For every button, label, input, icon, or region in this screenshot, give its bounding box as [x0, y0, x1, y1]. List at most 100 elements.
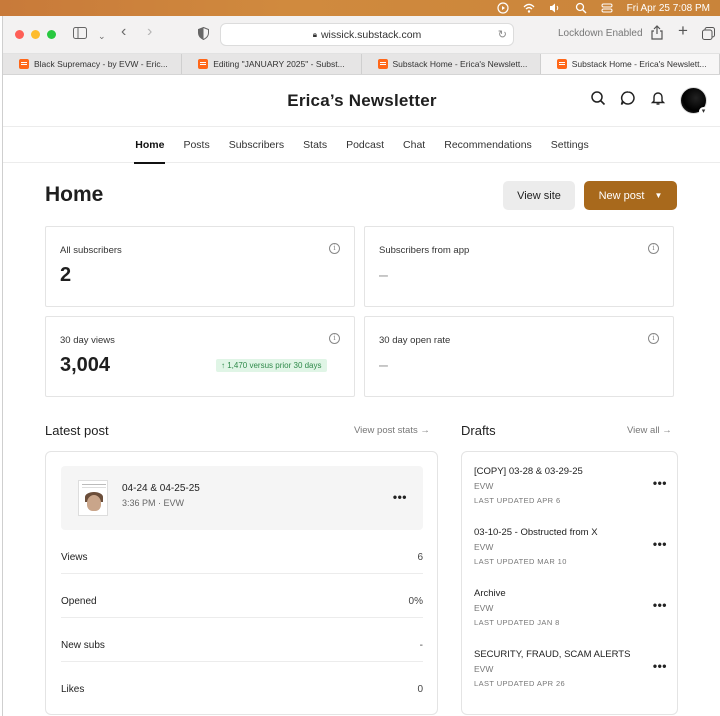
post-stat-value: 6 — [417, 552, 423, 563]
volume-icon[interactable] — [549, 2, 561, 14]
close-window-button[interactable] — [15, 30, 24, 39]
browser-toolbar: ⌄ ‹ › 🔒︎ wissick.substack.com ↻ Lockdown… — [3, 16, 720, 54]
view-site-button[interactable]: View site — [503, 181, 575, 210]
post-stat-value: 0% — [408, 596, 423, 607]
macos-menu-bar: Fri Apr 25 7:08 PM — [0, 0, 720, 16]
nav-settings[interactable]: Settings — [550, 127, 590, 163]
tab-label: Substack Home - Erica's Newslett... — [392, 59, 528, 69]
chevron-down-icon[interactable]: ⌄ — [98, 28, 106, 44]
latest-post-item[interactable]: 04-24 & 04-25-25 3:36 PM · EVW ••• — [61, 466, 423, 530]
post-stat-row: Opened 0% — [61, 574, 423, 618]
search-icon[interactable] — [590, 90, 606, 111]
reload-icon[interactable]: ↻ — [498, 28, 507, 41]
post-title[interactable]: 04-24 & 04-25-25 — [122, 483, 200, 494]
nav-stats[interactable]: Stats — [302, 127, 328, 163]
minimize-window-button[interactable] — [31, 30, 40, 39]
view-all-drafts-link[interactable]: View all → — [627, 425, 672, 436]
nav-podcast[interactable]: Podcast — [345, 127, 385, 163]
info-icon[interactable]: i — [648, 333, 659, 344]
more-options-icon[interactable]: ••• — [653, 537, 667, 551]
stat-card-subscribers-from-app[interactable]: Subscribers from app i – — [364, 226, 674, 307]
draft-updated: LAST UPDATED MAR 10 — [474, 557, 567, 566]
sidebar-toggle-icon[interactable] — [73, 27, 87, 43]
drafts-heading: Drafts — [461, 423, 496, 438]
more-options-icon[interactable]: ••• — [393, 490, 407, 504]
latest-post-card: 04-24 & 04-25-25 3:36 PM · EVW ••• Views… — [45, 451, 438, 715]
page-content: Erica’s Newsletter Home Posts Subscriber… — [3, 75, 720, 716]
post-stat-row: Views 6 — [61, 530, 423, 574]
menubar-datetime[interactable]: Fri Apr 25 7:08 PM — [627, 3, 710, 14]
draft-item[interactable]: [COPY] 03-28 & 03-29-25 EVW LAST UPDATED… — [474, 466, 669, 526]
stat-card-all-subscribers[interactable]: All subscribers i 2 — [45, 226, 355, 307]
draft-title[interactable]: [COPY] 03-28 & 03-29-25 — [474, 466, 583, 477]
browser-tab[interactable]: Editing "JANUARY 2025" - Subst... — [182, 54, 362, 74]
trend-badge-text: 1,470 versus prior 30 days — [227, 361, 322, 370]
wifi-icon[interactable] — [523, 2, 535, 14]
nav-posts[interactable]: Posts — [182, 127, 210, 163]
more-options-icon[interactable]: ••• — [653, 476, 667, 490]
info-icon[interactable]: i — [329, 333, 340, 344]
draft-item[interactable]: 03-10-25 - Obstructed from X EVW LAST UP… — [474, 527, 669, 587]
browser-tab-active[interactable]: Substack Home - Erica's Newslett... — [540, 54, 720, 74]
back-arrow-icon[interactable]: ‹ — [121, 24, 126, 40]
address-url: wissick.substack.com — [320, 28, 422, 41]
substack-favicon-icon — [556, 59, 567, 69]
site-header: Erica’s Newsletter — [3, 75, 720, 127]
home-header: Home View site New post ▼ — [45, 163, 677, 223]
arrow-right-icon: → — [662, 425, 672, 436]
nav-subscribers[interactable]: Subscribers — [228, 127, 285, 163]
post-meta: 3:36 PM · EVW — [122, 498, 185, 508]
view-post-stats-link[interactable]: View post stats → — [354, 425, 430, 436]
shield-icon[interactable] — [198, 26, 209, 44]
more-options-icon[interactable]: ••• — [653, 598, 667, 612]
zoom-window-button[interactable] — [47, 30, 56, 39]
tab-bar: Black Supremacy - by EVW - Eric... Editi… — [3, 54, 720, 75]
nav-recommendations[interactable]: Recommendations — [443, 127, 533, 163]
header-actions — [590, 87, 708, 116]
substack-favicon-icon — [377, 59, 388, 69]
nav-chat[interactable]: Chat — [402, 127, 426, 163]
address-bar[interactable]: 🔒︎ wissick.substack.com ↻ — [220, 23, 514, 46]
control-center-icon[interactable] — [601, 2, 613, 14]
forward-arrow-icon[interactable]: › — [147, 24, 152, 40]
stat-value: 2 — [60, 264, 72, 286]
post-stat-label: New subs — [61, 640, 105, 651]
trend-badge: ↑ 1,470 versus prior 30 days — [216, 359, 327, 372]
tab-label: Editing "JANUARY 2025" - Subst... — [213, 59, 345, 69]
play-icon[interactable] — [497, 2, 509, 14]
draft-title[interactable]: Archive — [474, 588, 506, 599]
share-icon[interactable] — [651, 25, 663, 44]
more-options-icon[interactable]: ••• — [653, 659, 667, 673]
page-title: Home — [45, 183, 104, 206]
avatar[interactable] — [680, 87, 708, 116]
browser-tab[interactable]: Substack Home - Erica's Newslett... — [362, 54, 541, 74]
browser-tab[interactable]: Black Supremacy - by EVW - Eric... — [3, 54, 183, 74]
post-thumbnail — [78, 480, 108, 516]
stat-card-30-day-views[interactable]: 30 day views i 3,004 ↑ 1,470 versus prio… — [45, 316, 355, 397]
tab-overview-icon[interactable] — [702, 27, 715, 44]
caret-down-icon: ▼ — [654, 191, 663, 200]
lockdown-status[interactable]: Lockdown Enabled — [558, 28, 643, 39]
info-icon[interactable]: i — [648, 243, 659, 254]
post-stat-label: Likes — [61, 684, 85, 695]
new-post-button[interactable]: New post ▼ — [584, 181, 677, 210]
drafts-card: [COPY] 03-28 & 03-29-25 EVW LAST UPDATED… — [461, 451, 678, 715]
draft-title[interactable]: SECURITY, FRAUD, SCAM ALERTS — [474, 649, 630, 660]
view-all-label: View all — [627, 425, 660, 436]
new-tab-icon[interactable]: + — [678, 22, 688, 39]
dashboard-nav: Home Posts Subscribers Stats Podcast Cha… — [3, 127, 720, 164]
draft-item[interactable]: SECURITY, FRAUD, SCAM ALERTS EVW LAST UP… — [474, 649, 669, 709]
draft-title[interactable]: 03-10-25 - Obstructed from X — [474, 527, 598, 538]
draft-author: EVW — [474, 664, 494, 674]
nav-home[interactable]: Home — [134, 127, 166, 164]
draft-updated: LAST UPDATED APR 6 — [474, 496, 561, 505]
post-stat-row: Likes 0 — [61, 662, 423, 706]
draft-item[interactable]: Archive EVW LAST UPDATED JAN 8 ••• — [474, 588, 669, 648]
info-icon[interactable]: i — [329, 243, 340, 254]
stat-value: 3,004 — [60, 354, 111, 376]
stat-card-30-day-open-rate[interactable]: 30 day open rate i – — [364, 316, 674, 397]
spotlight-search-icon[interactable] — [575, 2, 587, 14]
stat-value: – — [379, 357, 388, 374]
chat-bubble-icon[interactable] — [620, 90, 636, 111]
bell-icon[interactable] — [650, 90, 666, 111]
